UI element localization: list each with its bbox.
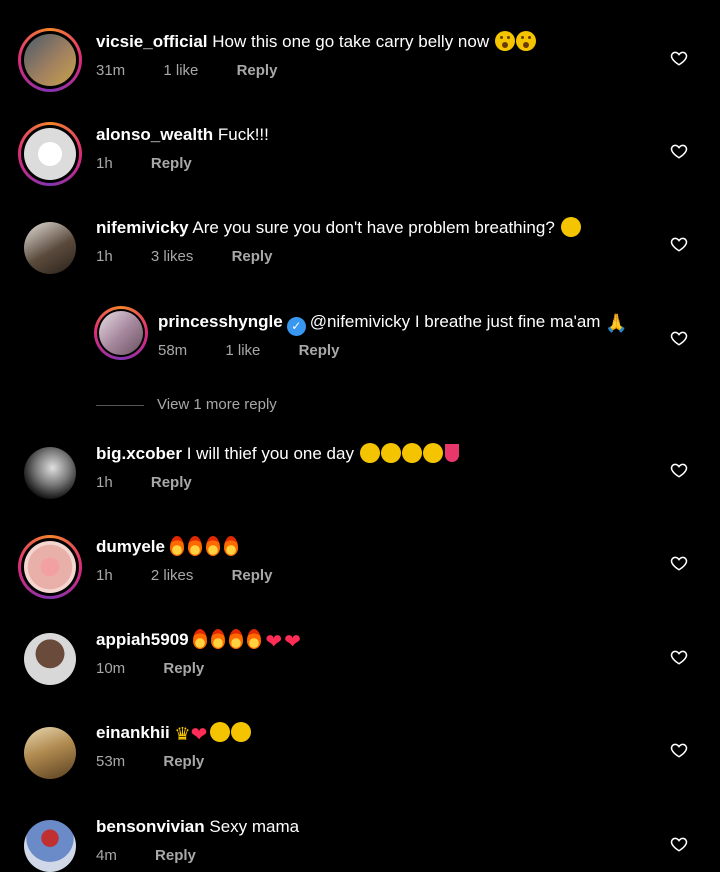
- heart-outline-icon[interactable]: [670, 329, 688, 347]
- heart-outline-icon[interactable]: [670, 648, 688, 666]
- reply-button[interactable]: Reply: [232, 248, 273, 265]
- fire-emoji-icon: [187, 536, 202, 556]
- avatar[interactable]: [24, 128, 76, 180]
- red-heart-emoji-icon: ❤: [190, 724, 208, 746]
- view-more-replies-label[interactable]: View 1 more reply: [157, 396, 277, 413]
- fire-emoji-icon: [223, 536, 238, 556]
- comment-text: @nifemivicky I breathe just fine ma'am: [309, 312, 601, 331]
- story-ring[interactable]: [18, 28, 82, 92]
- laughing-emoji-icon: [380, 443, 401, 463]
- crown-emoji-icon: ♛: [174, 724, 191, 744]
- comment-time: 10m: [96, 660, 126, 677]
- username[interactable]: princesshyngle: [158, 312, 283, 331]
- comment-text: I will thief you one day: [186, 444, 354, 463]
- fire-emoji-icon: [211, 629, 226, 649]
- astonished-emoji-icon: [494, 31, 515, 51]
- username[interactable]: bensonvivian: [96, 817, 205, 836]
- heart-outline-icon[interactable]: [670, 49, 688, 67]
- hugging-emoji-icon: [210, 722, 231, 742]
- laughing-emoji-icon: [401, 443, 422, 463]
- like-count[interactable]: 2 likes: [151, 567, 194, 584]
- reply-button[interactable]: Reply: [163, 753, 204, 770]
- heart-outline-icon[interactable]: [670, 554, 688, 572]
- heart-outline-icon[interactable]: [670, 835, 688, 853]
- username[interactable]: appiah5909: [96, 630, 189, 649]
- heart-outline-icon[interactable]: [670, 142, 688, 160]
- heart-outline-icon[interactable]: [670, 461, 688, 479]
- reply-button[interactable]: Reply: [163, 660, 204, 677]
- reply-button[interactable]: Reply: [151, 155, 192, 172]
- divider: [96, 405, 144, 406]
- username[interactable]: vicsie_official: [96, 32, 208, 51]
- avatar[interactable]: [24, 34, 76, 86]
- username[interactable]: einankhii: [96, 723, 170, 742]
- fire-emoji-icon: [229, 629, 244, 649]
- laughing-emoji-icon: [359, 443, 380, 463]
- username[interactable]: dumyele: [96, 537, 165, 556]
- astonished-emoji-icon: [515, 31, 536, 51]
- comment-time: 1h: [96, 248, 113, 265]
- username[interactable]: nifemivicky: [96, 218, 189, 237]
- story-ring[interactable]: [18, 122, 82, 186]
- like-count[interactable]: 3 likes: [151, 248, 194, 265]
- comment-text: Are you sure you don't have problem brea…: [192, 218, 555, 237]
- fire-emoji-icon: [205, 536, 220, 556]
- tongue-emoji-icon: [444, 444, 459, 462]
- red-heart-emoji-icon: ❤: [265, 631, 283, 653]
- comment-time: 53m: [96, 753, 126, 770]
- comment-text: How this one go take carry belly now: [212, 32, 490, 51]
- username[interactable]: alonso_wealth: [96, 125, 213, 144]
- avatar[interactable]: [24, 447, 76, 499]
- story-ring[interactable]: [18, 535, 82, 599]
- like-count[interactable]: 1 like: [163, 62, 198, 79]
- comment-time: 31m: [96, 62, 126, 79]
- comment-time: 1h: [96, 567, 113, 584]
- story-ring[interactable]: [94, 306, 148, 360]
- reply-button[interactable]: Reply: [237, 62, 278, 79]
- view-more-replies[interactable]: View 1 more reply: [96, 396, 396, 416]
- rolling-eyes-emoji-icon: [560, 217, 581, 237]
- comment-time: 1h: [96, 155, 113, 172]
- reply-button[interactable]: Reply: [151, 474, 192, 491]
- kissing-emoji-icon: [231, 722, 252, 742]
- red-heart-emoji-icon: ❤: [284, 631, 301, 653]
- fire-emoji-icon: [169, 536, 184, 556]
- verified-badge-icon: ✓: [286, 317, 306, 336]
- laughing-emoji-icon: [422, 443, 443, 463]
- avatar[interactable]: [99, 311, 143, 355]
- comment-text: Fuck!!!: [217, 125, 269, 144]
- heart-outline-icon[interactable]: [670, 741, 688, 759]
- comment-time: 4m: [96, 847, 117, 864]
- avatar[interactable]: [24, 727, 76, 779]
- comment-text: Sexy mama: [209, 817, 300, 836]
- heart-outline-icon[interactable]: [670, 235, 688, 253]
- avatar[interactable]: [24, 633, 76, 685]
- reply-button[interactable]: Reply: [232, 567, 273, 584]
- username[interactable]: big.xcober: [96, 444, 182, 463]
- comment-time: 1h: [96, 474, 113, 491]
- comment-time: 58m: [158, 342, 188, 359]
- reply-button[interactable]: Reply: [155, 847, 196, 864]
- fire-emoji-icon: [193, 629, 208, 649]
- avatar[interactable]: [24, 222, 76, 274]
- reply-button[interactable]: Reply: [299, 342, 340, 359]
- praying-hands-emoji-icon: 🙏: [605, 313, 628, 333]
- like-count[interactable]: 1 like: [225, 342, 260, 359]
- avatar[interactable]: [24, 541, 76, 593]
- fire-emoji-icon: [247, 629, 262, 649]
- avatar[interactable]: [24, 820, 76, 872]
